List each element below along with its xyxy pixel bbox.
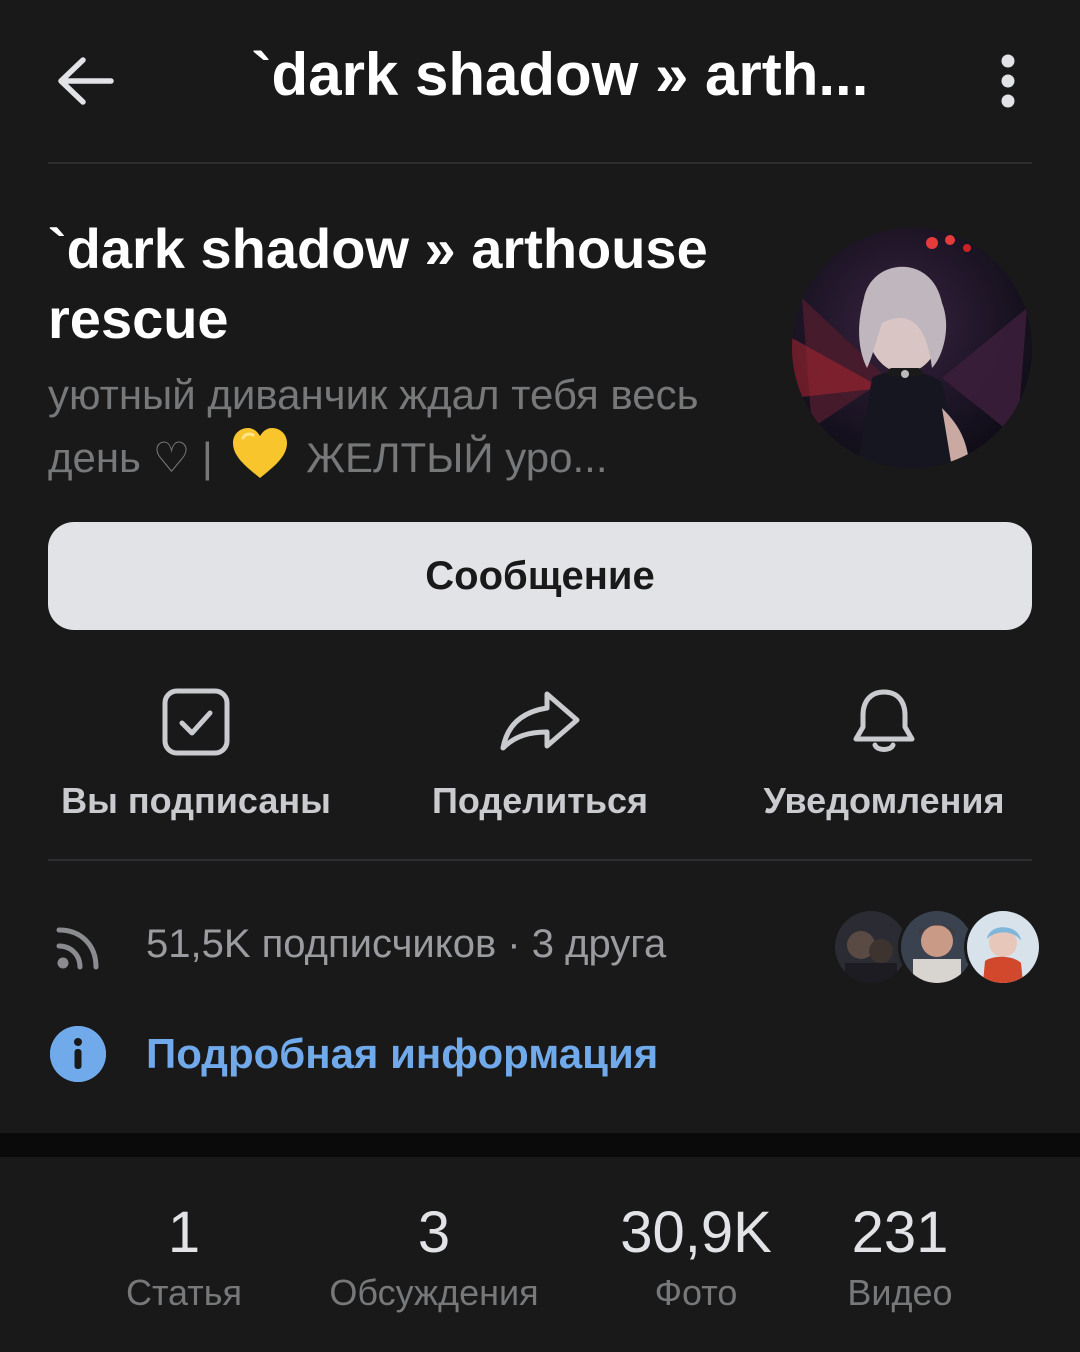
stat-label: Обсуждения xyxy=(329,1272,539,1313)
stat-value: 3 xyxy=(417,1200,451,1265)
avatar-image xyxy=(792,228,1032,468)
profile-status: уютный диванчик ждал тебя весь день ♡ | … xyxy=(48,364,748,489)
profile-name: `dark shadow » arthouse rescue xyxy=(48,217,708,350)
notifications-button[interactable]: Уведомления xyxy=(714,684,1054,834)
action-label-notifications: Уведомления xyxy=(763,780,1005,821)
header-divider xyxy=(48,162,1032,164)
top-bar: `dark shadow » arth... xyxy=(0,0,1080,162)
stat-value: 231 xyxy=(851,1200,949,1265)
action-label-share: Поделиться xyxy=(431,780,649,821)
detailed-info-label: Подробная информация xyxy=(146,1030,659,1077)
more-vertical-icon xyxy=(1001,54,1015,108)
more-button[interactable] xyxy=(980,46,1036,116)
stat-label: Статья xyxy=(125,1272,243,1313)
stat-value: 1 xyxy=(167,1200,201,1265)
actions-divider xyxy=(48,859,1032,861)
profile-avatar[interactable] xyxy=(792,228,1032,468)
friend-avatar xyxy=(964,908,1042,986)
share-arrow-icon xyxy=(500,691,580,751)
stat-articles[interactable]: 1 Статья xyxy=(64,1198,304,1314)
detailed-info-link[interactable]: Подробная информация xyxy=(48,1020,748,1100)
stat-videos[interactable]: 231 Видео xyxy=(780,1198,1020,1314)
yellow-heart-icon xyxy=(232,428,287,478)
arrow-left-icon xyxy=(58,57,114,105)
stat-discussions[interactable]: 3 Обсуждения xyxy=(314,1198,554,1314)
section-separator xyxy=(0,1133,1080,1157)
share-button[interactable]: Поделиться xyxy=(370,684,710,834)
status-text-end: ЖЕЛТЫЙ уро... xyxy=(306,434,608,481)
subscribed-button[interactable]: Вы подписаны xyxy=(26,684,366,834)
checkbox-checked-icon xyxy=(162,688,230,756)
action-label-subscribed: Вы подписаны xyxy=(61,780,331,821)
header-title: `dark shadow » arth... xyxy=(251,41,869,108)
info-icon xyxy=(50,1026,106,1082)
message-button[interactable]: Сообщение xyxy=(48,522,1032,630)
rss-icon xyxy=(56,927,99,970)
followers-count: 51,5K подписчиков · 3 друга xyxy=(146,922,667,966)
back-button[interactable] xyxy=(50,46,120,116)
stat-label: Видео xyxy=(847,1272,953,1313)
followers-row[interactable]: 51,5K подписчиков · 3 друга xyxy=(48,900,1042,996)
bell-icon xyxy=(853,689,915,752)
